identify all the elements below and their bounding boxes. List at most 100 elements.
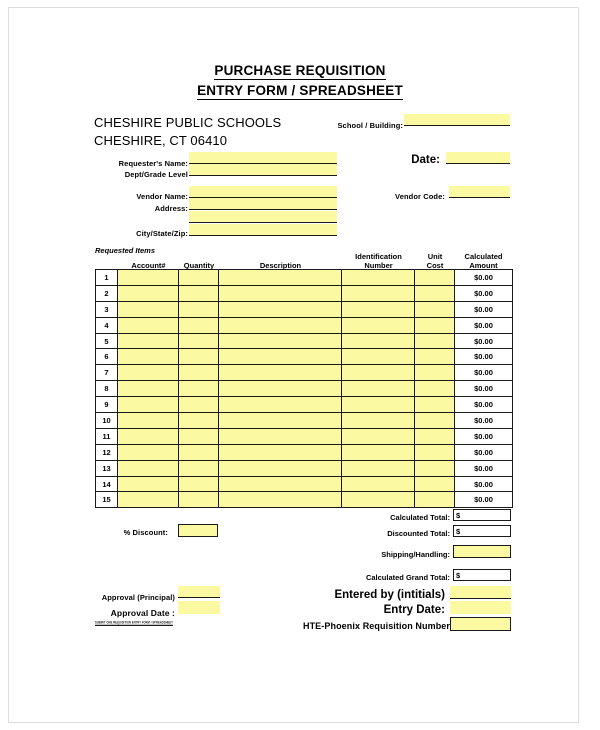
cell-account[interactable] (117, 300, 179, 318)
cell-quantity[interactable] (178, 412, 219, 429)
cell-quantity[interactable] (178, 396, 219, 414)
cell-quantity[interactable] (178, 443, 219, 461)
cell-account[interactable] (117, 491, 179, 509)
row-number-cell: 8 (95, 380, 118, 398)
cell-quantity[interactable] (178, 491, 219, 509)
cell-unitcost[interactable] (414, 332, 455, 350)
cell-ident[interactable] (341, 332, 415, 350)
cell-ident[interactable] (341, 475, 415, 493)
cell-quantity[interactable] (178, 284, 219, 302)
cell-quantity[interactable] (178, 269, 219, 286)
vendor-code-input[interactable] (449, 186, 510, 198)
cell-unitcost[interactable] (414, 364, 455, 382)
cell-account[interactable] (117, 475, 179, 493)
cell-account[interactable] (117, 284, 179, 302)
cell-description[interactable] (218, 269, 342, 286)
dept-grade-level-input[interactable] (189, 164, 337, 176)
calculated-total-label: Calculated Total: (390, 513, 450, 522)
date-input[interactable] (446, 152, 510, 164)
cell-calculated-amount: $0.00 (454, 348, 513, 366)
cell-ident[interactable] (341, 364, 415, 382)
cell-ident[interactable] (341, 316, 415, 334)
cell-description[interactable] (218, 491, 342, 509)
cell-unitcost[interactable] (414, 284, 455, 302)
cell-unitcost[interactable] (414, 491, 455, 509)
cell-unitcost[interactable] (414, 396, 455, 414)
cell-unitcost[interactable] (414, 475, 455, 493)
cell-ident[interactable] (341, 412, 415, 429)
cell-ident[interactable] (341, 396, 415, 414)
cell-account[interactable] (117, 364, 179, 382)
cell-description[interactable] (218, 396, 342, 414)
requesters-name-input[interactable] (189, 152, 337, 164)
cell-description[interactable] (218, 427, 342, 445)
cell-unitcost[interactable] (414, 412, 455, 429)
cell-ident[interactable] (341, 443, 415, 461)
cell-description[interactable] (218, 459, 342, 477)
cell-description[interactable] (218, 348, 342, 366)
cell-quantity[interactable] (178, 316, 219, 334)
page-border-bottom (8, 722, 578, 723)
cell-quantity[interactable] (178, 332, 219, 350)
address-input-line1[interactable] (189, 198, 337, 210)
cell-account[interactable] (117, 459, 179, 477)
cell-quantity[interactable] (178, 300, 219, 318)
school-building-input[interactable] (404, 114, 510, 126)
cell-account[interactable] (117, 332, 179, 350)
cell-description[interactable] (218, 380, 342, 398)
cell-ident[interactable] (341, 348, 415, 366)
cell-calculated-amount: $0.00 (454, 412, 513, 429)
city-state-zip-label: City/State/Zip: (136, 229, 188, 238)
cell-unitcost[interactable] (414, 269, 455, 286)
cell-ident[interactable] (341, 269, 415, 286)
approval-date-input[interactable] (178, 601, 220, 614)
cell-account[interactable] (117, 380, 179, 398)
cell-account[interactable] (117, 412, 179, 429)
cell-ident[interactable] (341, 427, 415, 445)
cell-description[interactable] (218, 316, 342, 334)
hte-phoenix-requisition-number-input[interactable] (450, 617, 511, 631)
cell-account[interactable] (117, 348, 179, 366)
cell-calculated-amount: $0.00 (454, 284, 513, 302)
percent-discount-input[interactable] (178, 524, 218, 537)
cell-description[interactable] (218, 443, 342, 461)
cell-account[interactable] (117, 396, 179, 414)
cell-quantity[interactable] (178, 427, 219, 445)
column-header-identification-number-line1: Identification (355, 252, 402, 261)
shipping-handling-input[interactable] (453, 545, 511, 558)
cell-quantity[interactable] (178, 459, 219, 477)
cell-account[interactable] (117, 427, 179, 445)
cell-unitcost[interactable] (414, 443, 455, 461)
cell-unitcost[interactable] (414, 316, 455, 334)
cell-unitcost[interactable] (414, 300, 455, 318)
entry-date-input[interactable] (450, 601, 511, 614)
entered-by-input[interactable] (450, 586, 511, 599)
cell-ident[interactable] (341, 491, 415, 509)
cell-quantity[interactable] (178, 348, 219, 366)
cell-quantity[interactable] (178, 475, 219, 493)
cell-description[interactable] (218, 300, 342, 318)
cell-ident[interactable] (341, 380, 415, 398)
cell-quantity[interactable] (178, 380, 219, 398)
address-input-line2[interactable] (189, 211, 337, 223)
cell-unitcost[interactable] (414, 380, 455, 398)
cell-description[interactable] (218, 332, 342, 350)
cell-unitcost[interactable] (414, 427, 455, 445)
title-line-2: ENTRY FORM / SPREADSHEET (197, 83, 403, 100)
cell-account[interactable] (117, 269, 179, 286)
cell-unitcost[interactable] (414, 459, 455, 477)
cell-description[interactable] (218, 284, 342, 302)
cell-description[interactable] (218, 364, 342, 382)
approval-principal-input[interactable] (178, 586, 220, 598)
cell-ident[interactable] (341, 300, 415, 318)
cell-unitcost[interactable] (414, 348, 455, 366)
cell-account[interactable] (117, 443, 179, 461)
cell-quantity[interactable] (178, 364, 219, 382)
cell-ident[interactable] (341, 284, 415, 302)
cell-account[interactable] (117, 316, 179, 334)
vendor-name-input[interactable] (189, 186, 337, 198)
cell-description[interactable] (218, 412, 342, 429)
city-state-zip-input[interactable] (189, 224, 337, 236)
cell-description[interactable] (218, 475, 342, 493)
cell-ident[interactable] (341, 459, 415, 477)
